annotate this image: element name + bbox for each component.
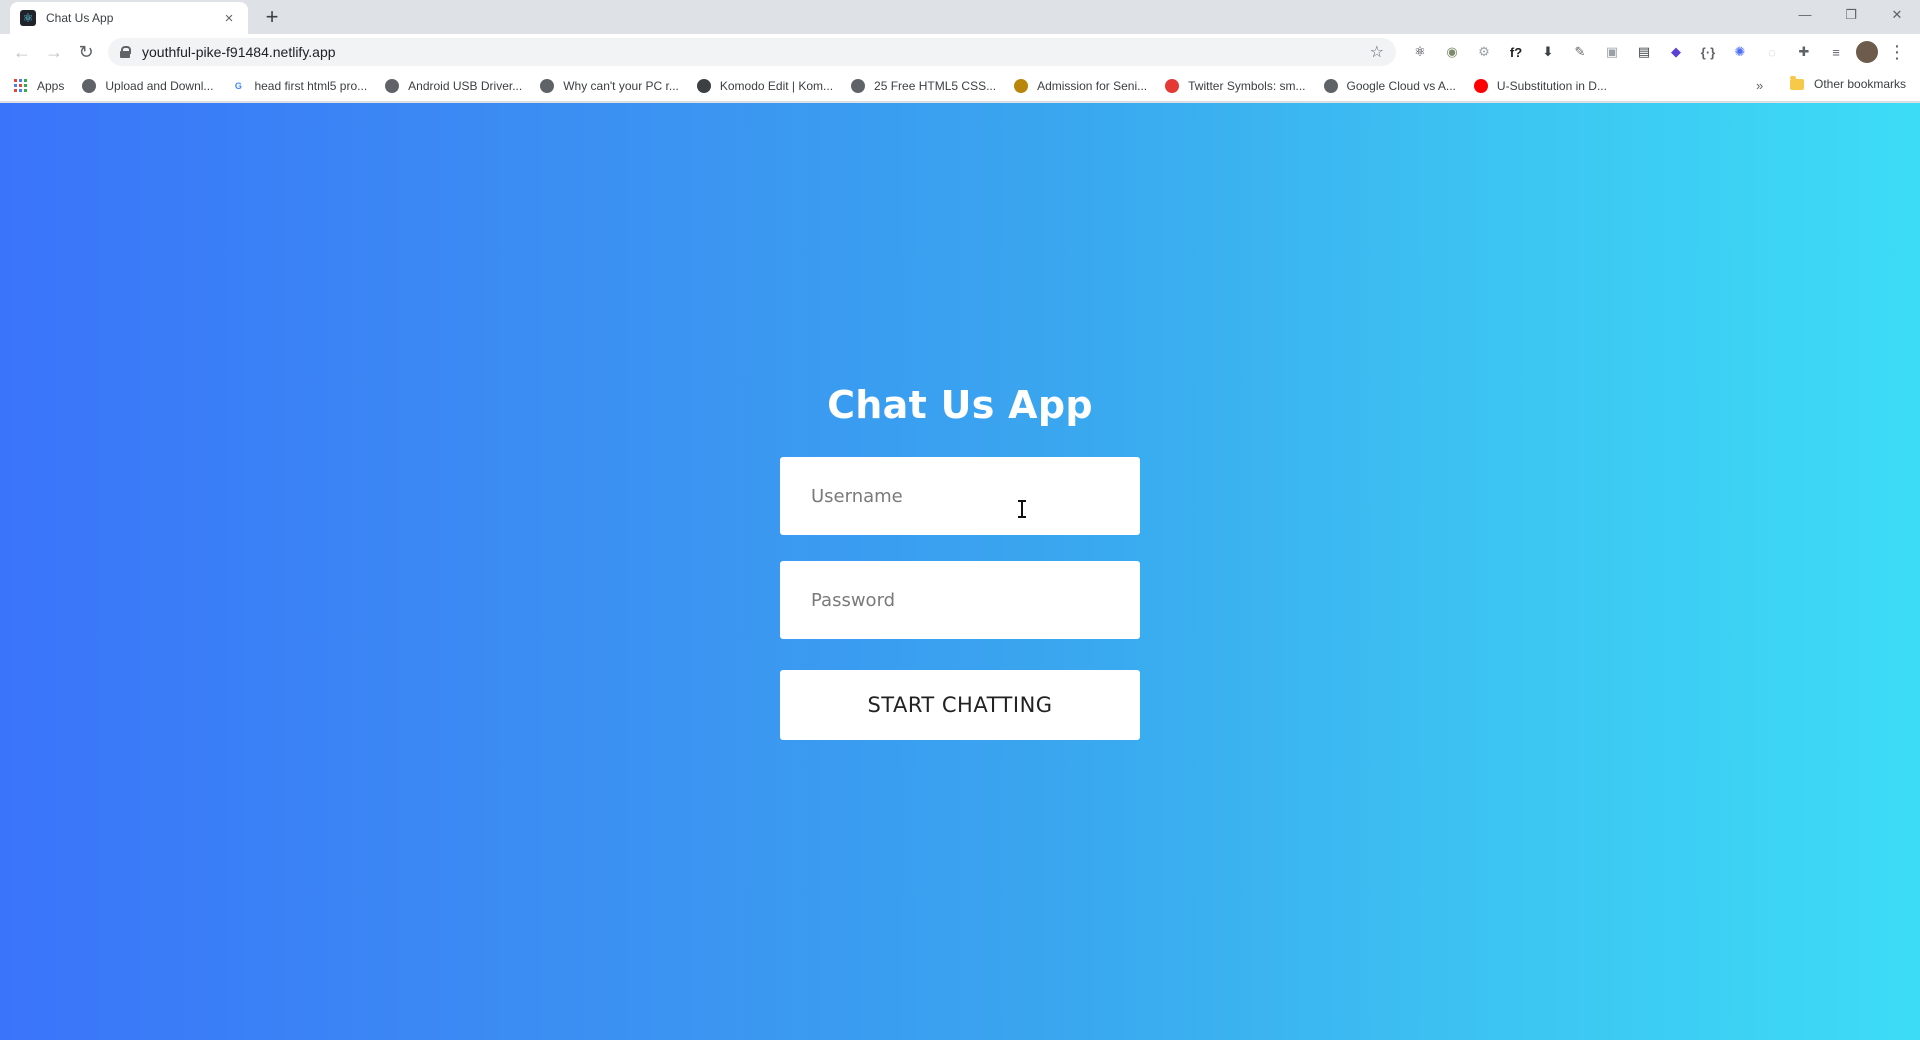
url-text[interactable]: youthful-pike-f91484.netlify.app [142, 44, 1370, 60]
download-icon[interactable]: ⬇ [1536, 40, 1560, 64]
browser-toolbar: ← → ↻ youthful-pike-f91484.netlify.app ☆… [0, 34, 1920, 70]
bookmark-item[interactable]: Ghead first html5 pro... [231, 78, 368, 93]
google-icon: G [231, 78, 246, 93]
bookmarks-bar: Apps Upload and Downl... Ghead first html5… [0, 70, 1920, 102]
other-bookmarks-label: Other bookmarks [1814, 77, 1907, 91]
bookmark-label: Upload and Downl... [105, 78, 214, 93]
bookmark-label: Twitter Symbols: sm... [1188, 78, 1306, 93]
bookmark-item[interactable]: Google Cloud vs A... [1323, 78, 1456, 93]
media-control-icon[interactable]: ≡ [1824, 40, 1848, 64]
restore-button[interactable]: ❐ [1828, 0, 1874, 30]
react-icon: ⚛ [20, 10, 36, 26]
back-button[interactable]: ← [6, 36, 38, 68]
color-picker-icon[interactable]: ✎ [1568, 40, 1592, 64]
json-viewer-icon[interactable]: {·} [1696, 40, 1720, 64]
bookmark-label: head first html5 pro... [254, 78, 368, 93]
bookmark-item[interactable]: Twitter Symbols: sm... [1165, 78, 1306, 93]
address-bar[interactable]: youthful-pike-f91484.netlify.app ☆ [108, 38, 1396, 66]
bookmark-label: Why can't your PC r... [563, 78, 679, 93]
globe-icon [1323, 78, 1338, 93]
minimize-button[interactable]: — [1782, 0, 1828, 30]
bookmark-label: Admission for Seni... [1037, 78, 1148, 93]
globe-icon [385, 78, 400, 93]
bookmark-item[interactable]: 25 Free HTML5 CSS... [851, 78, 997, 93]
close-window-button[interactable]: ✕ [1874, 0, 1920, 30]
extensions-bar: ⚛ ◉ ⚙ f? ⬇ ✎ ▣ ▤ ◆ {·} ✺ ◌ ✚ ≡ ⋮ [1408, 40, 1906, 64]
browser-tab[interactable]: ⚛ Chat Us App × [10, 2, 248, 34]
bookmark-label: Komodo Edit | Kom... [719, 78, 834, 93]
font-finder-icon[interactable]: f? [1504, 40, 1528, 64]
globe-icon [851, 78, 866, 93]
text-cursor-icon [1018, 500, 1026, 518]
lock-icon[interactable] [120, 46, 131, 58]
page-title: Chat Us App [827, 383, 1093, 427]
bookmark-label: Android USB Driver... [408, 78, 523, 93]
folder-icon [1790, 75, 1804, 90]
reader-icon[interactable]: ▤ [1632, 40, 1656, 64]
school-icon [1014, 78, 1029, 93]
bookmark-label: Apps [37, 78, 65, 93]
bookmark-label: 25 Free HTML5 CSS... [874, 78, 997, 93]
lightning-icon [1165, 78, 1180, 93]
extension-globe-icon[interactable]: ◉ [1440, 40, 1464, 64]
close-tab-icon[interactable]: × [220, 11, 238, 26]
forward-button[interactable]: → [38, 36, 70, 68]
extension-purple-icon[interactable]: ◆ [1664, 40, 1688, 64]
bookmark-item[interactable]: Admission for Seni... [1014, 78, 1148, 93]
profile-avatar[interactable] [1856, 41, 1878, 63]
extension-circle-icon[interactable]: ◌ [1760, 40, 1784, 64]
start-chatting-button[interactable]: START CHATTING [780, 670, 1140, 740]
bookmark-label: Google Cloud vs A... [1346, 78, 1456, 93]
bookmarks-overflow-icon[interactable]: » [1756, 78, 1763, 93]
bookmark-item[interactable]: Why can't your PC r... [540, 78, 679, 93]
reload-button[interactable]: ↻ [70, 36, 102, 68]
other-bookmarks[interactable]: Other bookmarks [1790, 75, 1907, 91]
browser-menu-icon[interactable]: ⋮ [1888, 43, 1906, 61]
extension-gear-badge-icon[interactable]: ✺ [1728, 40, 1752, 64]
extensions-puzzle-icon[interactable]: ✚ [1792, 40, 1816, 64]
apps-grid-icon [14, 78, 28, 93]
new-tab-button[interactable]: + [260, 5, 284, 29]
tab-title: Chat Us App [46, 11, 114, 25]
window-controls: — ❐ ✕ [1782, 0, 1920, 30]
bookmark-item[interactable]: Upload and Downl... [82, 78, 214, 93]
extension-grey-icon[interactable]: ▣ [1600, 40, 1624, 64]
bookmark-label: U-Substitution in D... [1496, 78, 1607, 93]
tab-strip: ⚛ Chat Us App × + — ❐ ✕ [0, 0, 1920, 34]
password-input[interactable] [780, 561, 1140, 639]
bookmark-star-icon[interactable]: ☆ [1370, 42, 1384, 62]
komodo-icon [696, 78, 711, 93]
bookmark-item[interactable]: Komodo Edit | Kom... [696, 78, 834, 93]
bookmark-item[interactable]: Android USB Driver... [385, 78, 523, 93]
page-content: Chat Us App START CHATTING [0, 103, 1920, 1040]
username-input[interactable] [780, 457, 1140, 535]
globe-icon [82, 78, 97, 93]
bookmark-item[interactable]: Apps [14, 78, 65, 93]
react-devtools-icon[interactable]: ⚛ [1408, 40, 1432, 64]
extension-wheel-icon[interactable]: ⚙ [1472, 40, 1496, 64]
bookmark-item[interactable]: U-Substitution in D... [1473, 78, 1607, 93]
globe-icon [540, 78, 555, 93]
youtube-icon [1473, 78, 1488, 93]
